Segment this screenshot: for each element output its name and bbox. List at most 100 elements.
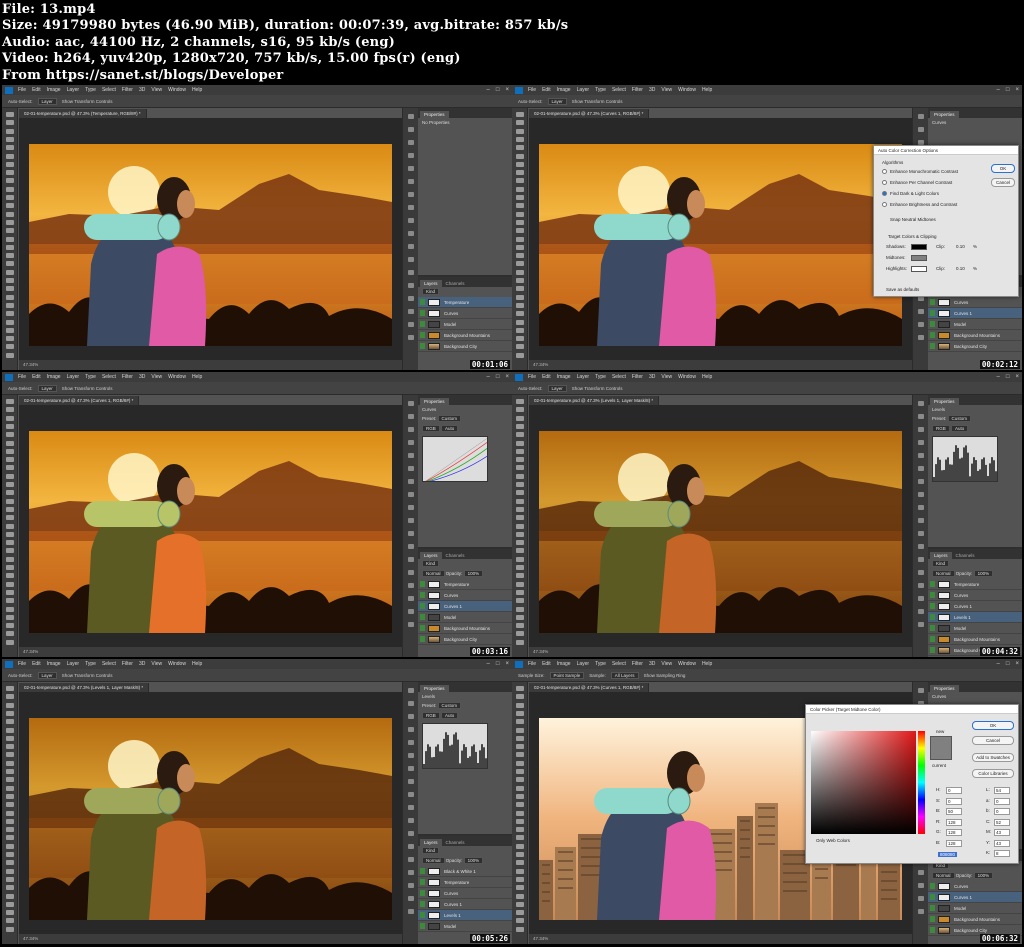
tool-icon[interactable] [6,623,14,629]
layer-row[interactable]: Model [928,319,1022,330]
opacity-input[interactable]: 100% [973,570,994,577]
panel-icon[interactable] [408,192,414,197]
panel-icon[interactable] [408,557,414,562]
tool-icon[interactable] [516,457,524,463]
panel-icon[interactable] [408,270,414,275]
tab-layers[interactable]: Layers [420,839,442,846]
layer-row[interactable]: Background Mountains [928,634,1022,645]
layer-row[interactable]: Curves [928,881,1022,892]
panel-icon[interactable] [408,714,414,719]
cancel-button[interactable]: Cancel [972,736,1014,745]
tool-icon[interactable] [516,639,524,645]
tool-icon[interactable] [6,606,14,612]
visibility-eye-icon[interactable] [420,603,425,609]
close-icon[interactable]: × [505,374,509,380]
algorithm-radio[interactable] [882,202,887,207]
tab-properties[interactable]: Properties [420,685,449,692]
tool-icon[interactable] [516,735,524,741]
tool-icon[interactable] [516,727,524,733]
visibility-eye-icon[interactable] [420,581,425,587]
menu-type[interactable]: Type [85,374,96,380]
maximize-icon[interactable]: □ [496,374,500,380]
tool-icon[interactable] [516,278,524,283]
tool-icon[interactable] [516,170,524,176]
tool-icon[interactable] [6,178,14,184]
menu-image[interactable]: Image [47,374,61,380]
tool-icon[interactable] [6,286,14,292]
tool-icon[interactable] [516,302,524,308]
tool-icon[interactable] [516,244,524,250]
tool-icon[interactable] [516,893,524,899]
visibility-eye-icon[interactable] [420,299,425,305]
tool-icon[interactable] [6,432,14,438]
tool-icon[interactable] [516,760,524,766]
field-value-y[interactable]: 43 [994,839,1010,847]
panel-icon[interactable] [408,609,414,614]
tool-icon[interactable] [6,415,14,421]
panel-icon[interactable] [408,505,414,510]
panel-icon[interactable] [918,883,924,888]
panel-icon[interactable] [408,831,414,836]
menu-type[interactable]: Type [595,87,606,93]
tool-icon[interactable] [516,843,524,849]
tool-icon[interactable] [6,910,14,916]
blend-mode-select[interactable]: Normal [422,570,445,577]
menu-help[interactable]: Help [192,374,202,380]
preset-select[interactable]: Custom [947,415,972,422]
tool-icon[interactable] [516,211,524,217]
tool-icon[interactable] [516,769,524,774]
panel-icon[interactable] [918,322,924,327]
tool-icon[interactable] [6,457,14,463]
minimize-icon[interactable]: – [487,87,490,93]
close-icon[interactable]: × [1015,87,1019,93]
menu-3d[interactable]: 3D [139,374,145,380]
tool-icon[interactable] [516,253,524,259]
layer-row[interactable]: Background City [418,341,512,352]
tool-icon[interactable] [516,136,524,142]
maximize-icon[interactable]: □ [1006,87,1010,93]
menu-help[interactable]: Help [192,661,202,667]
auto-select-target[interactable]: Layer [547,97,567,105]
tool-icon[interactable] [6,719,14,725]
panel-icon[interactable] [918,557,924,562]
panel-icon[interactable] [408,218,414,223]
tool-icon[interactable] [6,752,14,758]
clip-value[interactable]: 0.10 [956,266,965,271]
tool-icon[interactable] [6,598,14,604]
field-value-h[interactable]: 0 [946,787,962,794]
tool-icon[interactable] [516,614,524,620]
color-libraries-button[interactable]: Color Libraries [972,769,1014,778]
document-image[interactable] [539,431,902,633]
tool-icon[interactable] [6,793,14,799]
panel-icon[interactable] [408,909,414,914]
opacity-input[interactable]: 100% [463,570,484,577]
layer-row[interactable]: Background Mountains [418,330,512,341]
tool-icon[interactable] [516,482,524,487]
tool-icon[interactable] [516,785,524,791]
layer-row[interactable]: Background Mountains [928,330,1022,341]
menu-layer[interactable]: Layer [67,661,80,667]
tool-icon[interactable] [6,336,14,342]
document-tab[interactable]: 02-01-temperature.psd @ 47.3% (Curves 1,… [529,683,650,692]
show-transform-checkbox[interactable]: Show Transform Controls [572,99,623,104]
panel-icon[interactable] [408,296,414,301]
menu-type[interactable]: Type [85,87,96,93]
tool-icon[interactable] [6,261,14,267]
menu-filter[interactable]: Filter [122,374,133,380]
channel-select[interactable]: RGB [932,425,950,432]
save-defaults-checkbox[interactable]: Save as defaults [886,287,919,292]
tool-icon[interactable] [6,760,14,766]
tool-icon[interactable] [516,153,524,159]
tool-icon[interactable] [516,236,524,242]
tool-icon[interactable] [6,319,14,325]
panel-icon[interactable] [408,896,414,901]
tool-icon[interactable] [516,827,524,833]
panel-icon[interactable] [408,492,414,497]
visibility-eye-icon[interactable] [930,332,935,338]
panel-icon[interactable] [408,518,414,523]
cancel-button[interactable]: Cancel [991,178,1015,187]
menu-3d[interactable]: 3D [649,374,655,380]
layer-row[interactable]: Curves 1 [418,899,512,910]
layer-row[interactable]: Background Mountains [418,623,512,634]
tool-icon[interactable] [516,432,524,438]
